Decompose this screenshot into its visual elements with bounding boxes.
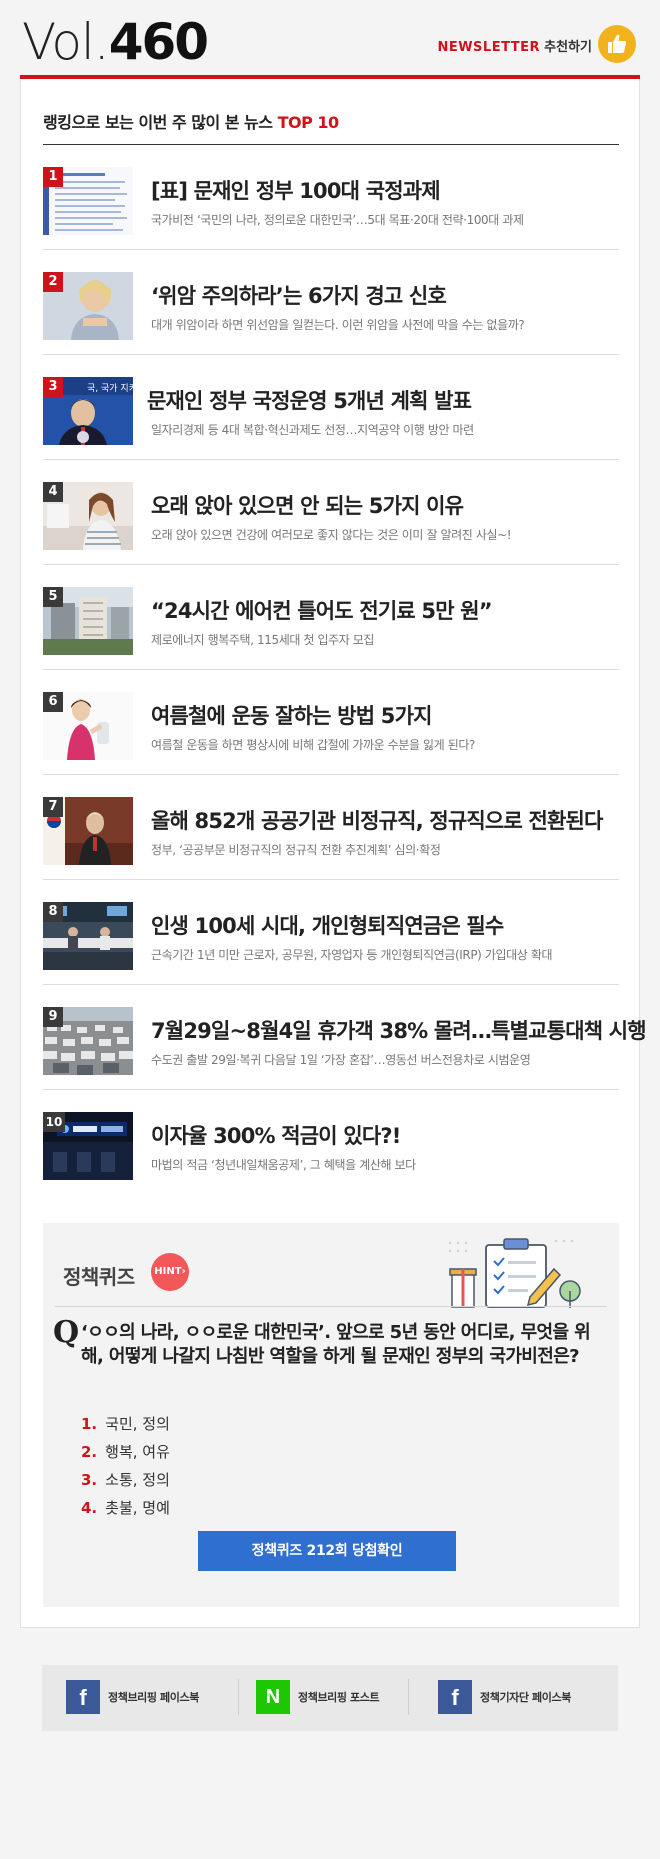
footer-link-label: 정책브리핑 포스트 <box>298 1691 380 1704</box>
news-thumbnail[interactable]: 7 <box>43 797 133 865</box>
quiz-clipboard-illustration <box>446 1233 586 1308</box>
naver-icon: N <box>256 1680 290 1714</box>
newsletter-label: NEWSLETTER <box>437 40 541 55</box>
news-subtitle: 일자리경제 등 4대 복합·혁신과제도 선정…지역공약 이행 방안 마련 <box>151 423 474 437</box>
footer-separator <box>408 1679 409 1715</box>
newsletter-page: Vol.460 NEWSLETTER 추천하기 랭킹으로 보는 이번 주 많이 … <box>0 0 660 1859</box>
news-item[interactable]: 2 ‘위암 주의하라’는 6가지 경고 신호 대개 위암이라 하면 위선암을 일… <box>43 250 619 355</box>
news-title[interactable]: 7월29일~8월4일 휴가객 38% 몰려…특별교통대책 시행 <box>151 1015 647 1045</box>
news-subtitle: 정부, ‘공공부문 비정규직의 정규직 전환 추진계획’ 심의·확정 <box>151 843 441 857</box>
news-thumbnail[interactable]: 5 <box>43 587 133 655</box>
footer-link-label: 정책브리핑 페이스북 <box>108 1691 199 1704</box>
quiz-option: 3. 소통, 정의 <box>81 1469 170 1497</box>
quiz-options: 1. 국민, 정의 2. 행복, 여유 3. 소통, 정의 4. 촛불, 명예 <box>81 1413 170 1525</box>
volume-title: Vol.460 <box>22 13 209 82</box>
news-subtitle: 제로에너지 행복주택, 115세대 첫 입주자 모집 <box>151 633 375 647</box>
option-number: 4. <box>81 1499 98 1517</box>
news-item[interactable]: 7 올해 852개 공공기관 비정규직, 정규직으로 전환된다 정부, ‘공공부… <box>43 775 619 880</box>
option-number: 1. <box>81 1415 98 1433</box>
ranking-section-title: 랭킹으로 보는 이번 주 많이 본 뉴스 TOP 10 <box>43 109 339 133</box>
footer-separator <box>238 1679 239 1715</box>
chevron-right-icon: › <box>181 1266 186 1277</box>
rank-badge: 2 <box>43 272 63 292</box>
option-text: 국민, 정의 <box>105 1415 170 1433</box>
news-thumbnail[interactable]: 10 <box>43 1112 133 1180</box>
content-card: 랭킹으로 보는 이번 주 많이 본 뉴스 TOP 10 1 [표] 문재인 정부… <box>20 79 647 1628</box>
news-subtitle: 대개 위암이라 하면 위선암을 일컫는다. 이런 위암을 사전에 막을 수는 없… <box>151 318 525 332</box>
svg-text:국, 국가 지키겠: 국, 국가 지키겠 <box>87 383 133 394</box>
news-title[interactable]: 인생 100세 시대, 개인형퇴직연금은 필수 <box>151 910 504 940</box>
news-title[interactable]: 올해 852개 공공기관 비정규직, 정규직으로 전환된다 <box>151 805 603 835</box>
quiz-option: 4. 촛불, 명예 <box>81 1497 170 1525</box>
news-title[interactable]: “24시간 에어컨 틀어도 전기료 5만 원” <box>151 595 493 625</box>
quiz-option: 2. 행복, 여유 <box>81 1441 170 1469</box>
thumbs-up-icon[interactable] <box>598 25 636 63</box>
facebook-icon: f <box>438 1680 472 1714</box>
news-title[interactable]: ‘위암 주의하라’는 6가지 경고 신호 <box>151 280 447 310</box>
option-number: 2. <box>81 1443 98 1461</box>
option-text: 행복, 여유 <box>105 1443 170 1461</box>
footer-link-label: 정책기자단 페이스북 <box>480 1691 571 1704</box>
newsletter-recommend-link[interactable]: NEWSLETTER 추천하기 <box>437 36 592 55</box>
news-item[interactable]: 6 여름철에 운동 잘하는 방법 5가지 여름철 운동을 하면 평상시에 비해 … <box>43 670 619 775</box>
rank-badge: 9 <box>43 1007 63 1027</box>
recommend-label: 추천하기 <box>544 40 592 55</box>
news-subtitle: 국가비전 ‘국민의 나라, 정의로운 대한민국’…5대 목표·20대 전략·10… <box>151 213 524 227</box>
news-thumbnail[interactable]: 9 <box>43 1007 133 1075</box>
policy-quiz: 정책퀴즈 HINT› Q ‘ㅇㅇ의 나라, ㅇㅇ로운 대한민국’. 앞으로 5년… <box>43 1223 619 1607</box>
rank-badge: 3 <box>43 377 63 397</box>
quiz-result-button[interactable]: 정책퀴즈 212회 당첨확인 <box>198 1531 456 1571</box>
news-item[interactable]: 1 [표] 문재인 정부 100대 국정과제 국가비전 ‘국민의 나라, 정의로… <box>43 145 619 250</box>
newsletter-header: Vol.460 NEWSLETTER 추천하기 <box>20 0 640 80</box>
news-subtitle: 여름철 운동을 하면 평상시에 비해 갑절에 가까운 수분을 잃게 된다? <box>151 738 475 752</box>
rank-badge: 10 <box>43 1112 65 1132</box>
news-item[interactable]: 8 인생 100세 시대, 개인형퇴직연금은 필수 근속기간 1년 미만 근로자… <box>43 880 619 985</box>
quiz-option: 1. 국민, 정의 <box>81 1413 170 1441</box>
option-text: 촛불, 명예 <box>105 1499 170 1517</box>
facebook-icon: f <box>66 1680 100 1714</box>
news-thumbnail[interactable]: 국, 국가 지키겠 3 <box>43 377 133 445</box>
news-subtitle: 근속기간 1년 미만 근로자, 공무원, 자영업자 등 개인형퇴직연금(IRP)… <box>151 948 553 962</box>
news-title[interactable]: 오래 앉아 있으면 안 되는 5가지 이유 <box>151 490 464 520</box>
rank-badge: 1 <box>43 167 63 187</box>
option-number: 3. <box>81 1471 98 1489</box>
news-item[interactable]: 4 오래 앉아 있으면 안 되는 5가지 이유 오래 앉아 있으면 건강에 여러… <box>43 460 619 565</box>
news-subtitle: 수도권 출발 29일·복귀 다음달 1일 ‘가장 혼잡’…영동선 버스전용차로 … <box>151 1053 531 1067</box>
rank-badge: 4 <box>43 482 63 502</box>
question-mark-q: Q <box>53 1315 80 1350</box>
quiz-divider <box>55 1306 607 1307</box>
ranking-title-highlight: TOP 10 <box>277 113 340 132</box>
rank-badge: 5 <box>43 587 63 607</box>
news-title[interactable]: 문재인 정부 국정운영 5개년 계획 발표 <box>147 385 472 415</box>
news-thumbnail[interactable]: 2 <box>43 272 133 340</box>
hint-button[interactable]: HINT› <box>151 1253 189 1291</box>
news-thumbnail[interactable]: 1 <box>43 167 133 235</box>
quiz-title: 정책퀴즈 <box>63 1265 135 1289</box>
quiz-question: ‘ㅇㅇ의 나라, ㅇㅇ로운 대한민국’. 앞으로 5년 동안 어디로, 무엇을 … <box>81 1322 591 1367</box>
news-title[interactable]: [표] 문재인 정부 100대 국정과제 <box>151 175 441 205</box>
news-subtitle: 오래 앉아 있으면 건강에 여러모로 좋지 않다는 것은 이미 잘 알려진 사실… <box>151 528 512 542</box>
news-item[interactable]: 국, 국가 지키겠 3 문재인 정부 국정운영 5개년 계획 발표 일자리경제 … <box>43 355 619 460</box>
hint-label: HINT <box>154 1266 182 1277</box>
rank-badge: 8 <box>43 902 63 922</box>
news-item[interactable]: 10 이자율 300% 적금이 있다?! 마법의 적금 ‘청년내일채움공제’, … <box>43 1090 619 1195</box>
news-item[interactable]: 9 7월29일~8월4일 휴가객 38% 몰려…특별교통대책 시행 수도권 출발… <box>43 985 647 1090</box>
vol-prefix: Vol. <box>22 13 110 71</box>
news-subtitle: 마법의 적금 ‘청년내일채움공제’, 그 혜택을 계산해 보다 <box>151 1158 416 1172</box>
vol-number: 460 <box>108 13 209 71</box>
news-item[interactable]: 5 “24시간 에어컨 틀어도 전기료 5만 원” 제로에너지 행복주택, 11… <box>43 565 619 670</box>
news-title[interactable]: 여름철에 운동 잘하는 방법 5가지 <box>151 700 432 730</box>
news-title[interactable]: 이자율 300% 적금이 있다?! <box>151 1120 401 1150</box>
ranking-title-prefix: 랭킹으로 보는 이번 주 많이 본 뉴스 <box>43 113 273 132</box>
social-footer: f 정책브리핑 페이스북 N 정책브리핑 포스트 f 정책기자단 페이스북 <box>42 1665 618 1731</box>
option-text: 소통, 정의 <box>105 1471 170 1489</box>
rank-badge: 6 <box>43 692 63 712</box>
news-thumbnail[interactable]: 8 <box>43 902 133 970</box>
news-thumbnail[interactable]: 6 <box>43 692 133 760</box>
news-thumbnail[interactable]: 4 <box>43 482 133 550</box>
rank-badge: 7 <box>43 797 63 817</box>
